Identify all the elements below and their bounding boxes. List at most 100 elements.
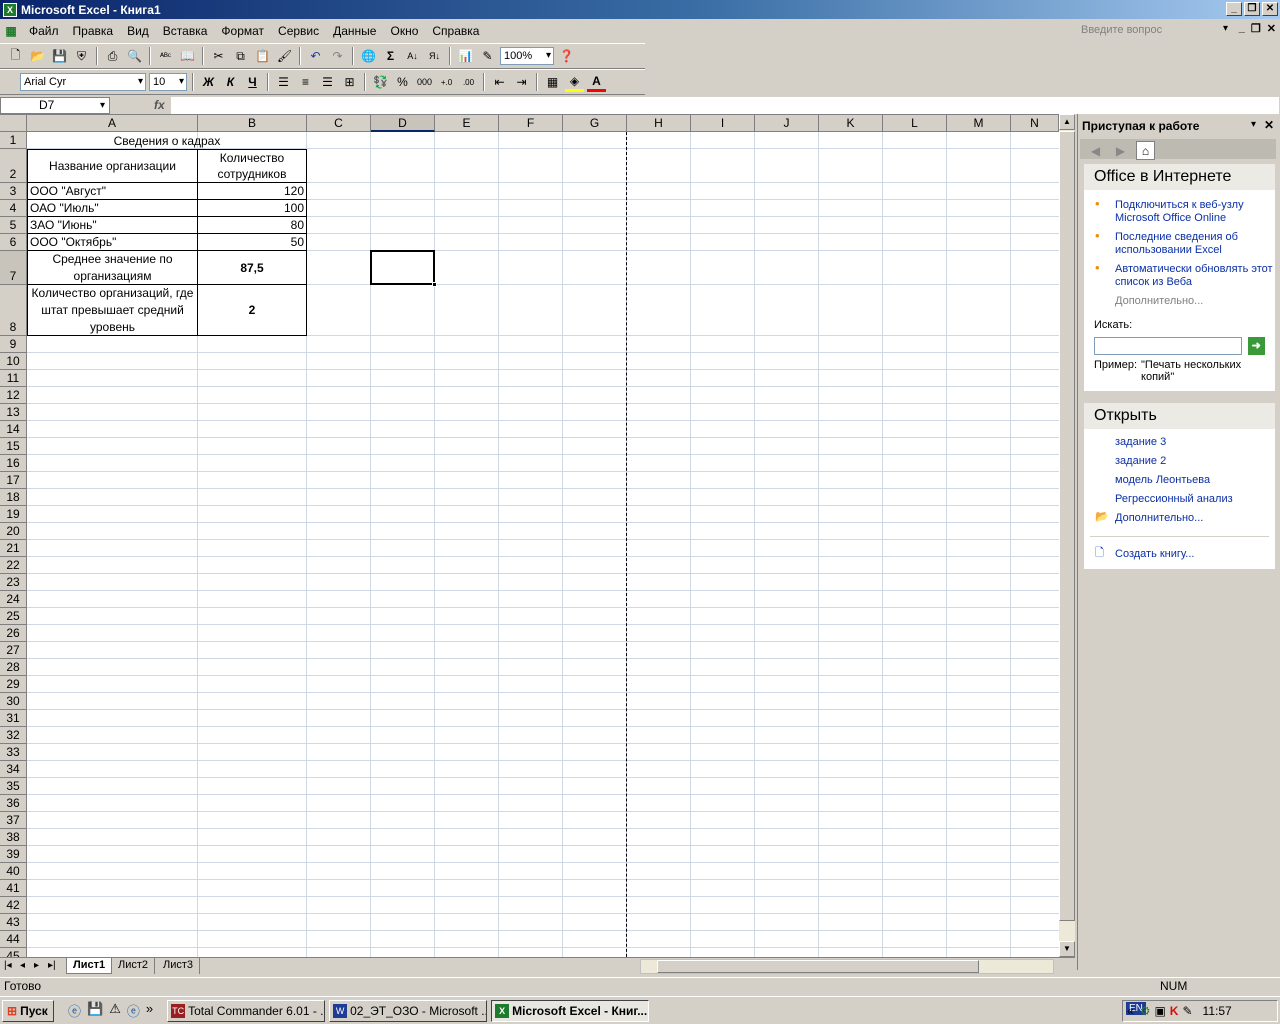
row-header-33[interactable]: 33 — [0, 744, 27, 761]
forward-icon[interactable]: ▶ — [1111, 141, 1130, 160]
row-header-19[interactable]: 19 — [0, 506, 27, 523]
row-header-8[interactable]: 8 — [0, 285, 27, 336]
print-preview-icon[interactable]: 🔍 — [125, 47, 144, 66]
search-input[interactable] — [1094, 337, 1242, 355]
hyperlink-icon[interactable]: 🌐 — [359, 47, 378, 66]
task-excel[interactable]: X Microsoft Excel - Книг... — [491, 999, 650, 1022]
drawing-icon[interactable]: ✎ — [478, 47, 497, 66]
row-header-2[interactable]: 2 — [0, 149, 27, 183]
row-header-20[interactable]: 20 — [0, 523, 27, 540]
borders-icon[interactable]: ▦ — [543, 73, 562, 92]
display-icon[interactable]: ▣ — [1154, 1004, 1165, 1018]
task-word-doc[interactable]: W 02_ЭТ_ОЗО - Microsoft ... — [329, 999, 488, 1022]
recent-file-1[interactable]: задание 3 — [1084, 433, 1275, 452]
column-header-j[interactable]: J — [755, 115, 819, 132]
sort-descending-icon[interactable]: Я↓ — [425, 47, 444, 66]
cell-a2-header[interactable]: Название организации — [27, 149, 198, 183]
row-header-4[interactable]: 4 — [0, 200, 27, 217]
doc-minimize-button[interactable]: _ — [1239, 22, 1245, 35]
row-header-16[interactable]: 16 — [0, 455, 27, 472]
name-box[interactable]: D7 — [0, 96, 110, 114]
row-header-37[interactable]: 37 — [0, 812, 27, 829]
row-header-14[interactable]: 14 — [0, 421, 27, 438]
thousands-icon[interactable]: 000 — [415, 73, 434, 92]
cell-a8-above-label[interactable]: Количество организаций, где штат превыша… — [27, 285, 198, 336]
cell-a5[interactable]: ЗАО "Июнь" — [27, 217, 198, 234]
column-header-m[interactable]: M — [947, 115, 1011, 132]
cell-a7-avg-label[interactable]: Среднее значение по организациям — [27, 251, 198, 285]
create-book-link[interactable]: 🗋 Создать книгу... — [1084, 545, 1275, 569]
cell-b5[interactable]: 80 — [198, 217, 307, 234]
permission-icon[interactable]: ⛨ — [72, 47, 91, 66]
row-header-25[interactable]: 25 — [0, 608, 27, 625]
select-all-corner[interactable] — [0, 115, 27, 132]
bold-button[interactable]: Ж — [199, 73, 218, 92]
column-header-l[interactable]: L — [883, 115, 947, 132]
row-header-31[interactable]: 31 — [0, 710, 27, 727]
scroll-up-icon[interactable]: ▲ — [1059, 114, 1075, 130]
task-total-commander[interactable]: TC Total Commander 6.01 - ... — [167, 999, 326, 1022]
cell-a6[interactable]: ООО "Октябрь" — [27, 234, 198, 251]
network-icon[interactable]: ⚙ — [1140, 1004, 1151, 1018]
row-header-18[interactable]: 18 — [0, 489, 27, 506]
horizontal-scroll-thumb[interactable] — [657, 960, 979, 973]
quicklaunch-more-icon[interactable]: » — [146, 1001, 153, 1020]
row-header-1[interactable]: 1 — [0, 132, 27, 149]
start-button[interactable]: ⊞ Пуск — [2, 999, 54, 1022]
column-header-a[interactable]: A — [27, 115, 198, 132]
cell-b8-above-value[interactable]: 2 — [198, 285, 307, 336]
row-header-42[interactable]: 42 — [0, 897, 27, 914]
underline-button[interactable]: Ч — [243, 73, 262, 92]
fill-handle[interactable] — [432, 282, 437, 287]
row-header-32[interactable]: 32 — [0, 727, 27, 744]
ie-alt-icon[interactable]: ⓔ — [127, 1001, 140, 1020]
recent-file-4[interactable]: Регрессионный анализ — [1084, 490, 1275, 509]
merge-center-icon[interactable]: ⊞ — [340, 73, 359, 92]
zoom-combo[interactable]: 100% — [500, 47, 554, 65]
task-pane-close-icon[interactable]: ✕ — [1264, 118, 1274, 132]
more-files-link[interactable]: 📂 Дополнительно... — [1084, 509, 1275, 528]
cut-icon[interactable]: ✂ — [209, 47, 228, 66]
link-office-online[interactable]: Подключиться к веб-узлу Microsoft Office… — [1084, 196, 1275, 228]
link-latest-news[interactable]: Последние сведения об использовании Exce… — [1084, 228, 1275, 260]
column-header-e[interactable]: E — [435, 115, 499, 132]
tab-sheet2[interactable]: Лист2 — [112, 958, 156, 974]
autosum-icon[interactable]: Σ — [381, 47, 400, 66]
excel-app-icon[interactable]: X — [3, 2, 17, 17]
menu-view[interactable]: Вид — [120, 21, 156, 41]
menu-insert[interactable]: Вставка — [156, 21, 215, 41]
spelling-icon[interactable]: ᴬᴮᶜ — [156, 47, 175, 66]
decrease-indent-icon[interactable]: ⇤ — [490, 73, 509, 92]
new-icon[interactable]: 🗋 — [6, 47, 25, 66]
row-header-45[interactable]: 45 — [0, 948, 27, 957]
column-header-k[interactable]: K — [819, 115, 883, 132]
row-header-26[interactable]: 26 — [0, 625, 27, 642]
align-left-icon[interactable]: ☰ — [274, 73, 293, 92]
column-header-g[interactable]: G — [563, 115, 627, 132]
recent-file-2[interactable]: задание 2 — [1084, 452, 1275, 471]
row-header-3[interactable]: 3 — [0, 183, 27, 200]
pen-icon[interactable]: ✎ — [1182, 1004, 1192, 1018]
save-disk-icon[interactable]: 💾 — [87, 1001, 103, 1020]
row-header-23[interactable]: 23 — [0, 574, 27, 591]
font-size-combo[interactable]: 10 — [149, 73, 187, 91]
home-icon[interactable]: ⌂ — [1136, 141, 1155, 160]
prev-sheet-icon[interactable]: ◂ — [20, 960, 25, 971]
worksheet-grid[interactable]: A B C D E F G H I J K L M N 1 2 3 4 5 6 7 8 9 10 11 12 13 14 15 16 17 1… — [0, 114, 1059, 957]
workbook-icon[interactable]: ▦ — [0, 22, 22, 41]
fill-color-icon[interactable]: ◈ — [565, 73, 584, 92]
row-header-35[interactable]: 35 — [0, 778, 27, 795]
save-icon[interactable]: 💾 — [50, 47, 69, 66]
task-pane-menu-icon[interactable]: ▾ — [1251, 119, 1256, 130]
font-color-icon[interactable]: A — [587, 73, 606, 92]
row-header-17[interactable]: 17 — [0, 472, 27, 489]
cell-b3[interactable]: 120 — [198, 183, 307, 200]
row-header-43[interactable]: 43 — [0, 914, 27, 931]
print-icon[interactable]: ⎙ — [103, 47, 122, 66]
row-header-30[interactable]: 30 — [0, 693, 27, 710]
row-header-6[interactable]: 6 — [0, 234, 27, 251]
italic-button[interactable]: К — [221, 73, 240, 92]
increase-decimal-icon[interactable]: +.0 — [437, 73, 456, 92]
menu-window[interactable]: Окно — [383, 21, 425, 41]
row-header-12[interactable]: 12 — [0, 387, 27, 404]
